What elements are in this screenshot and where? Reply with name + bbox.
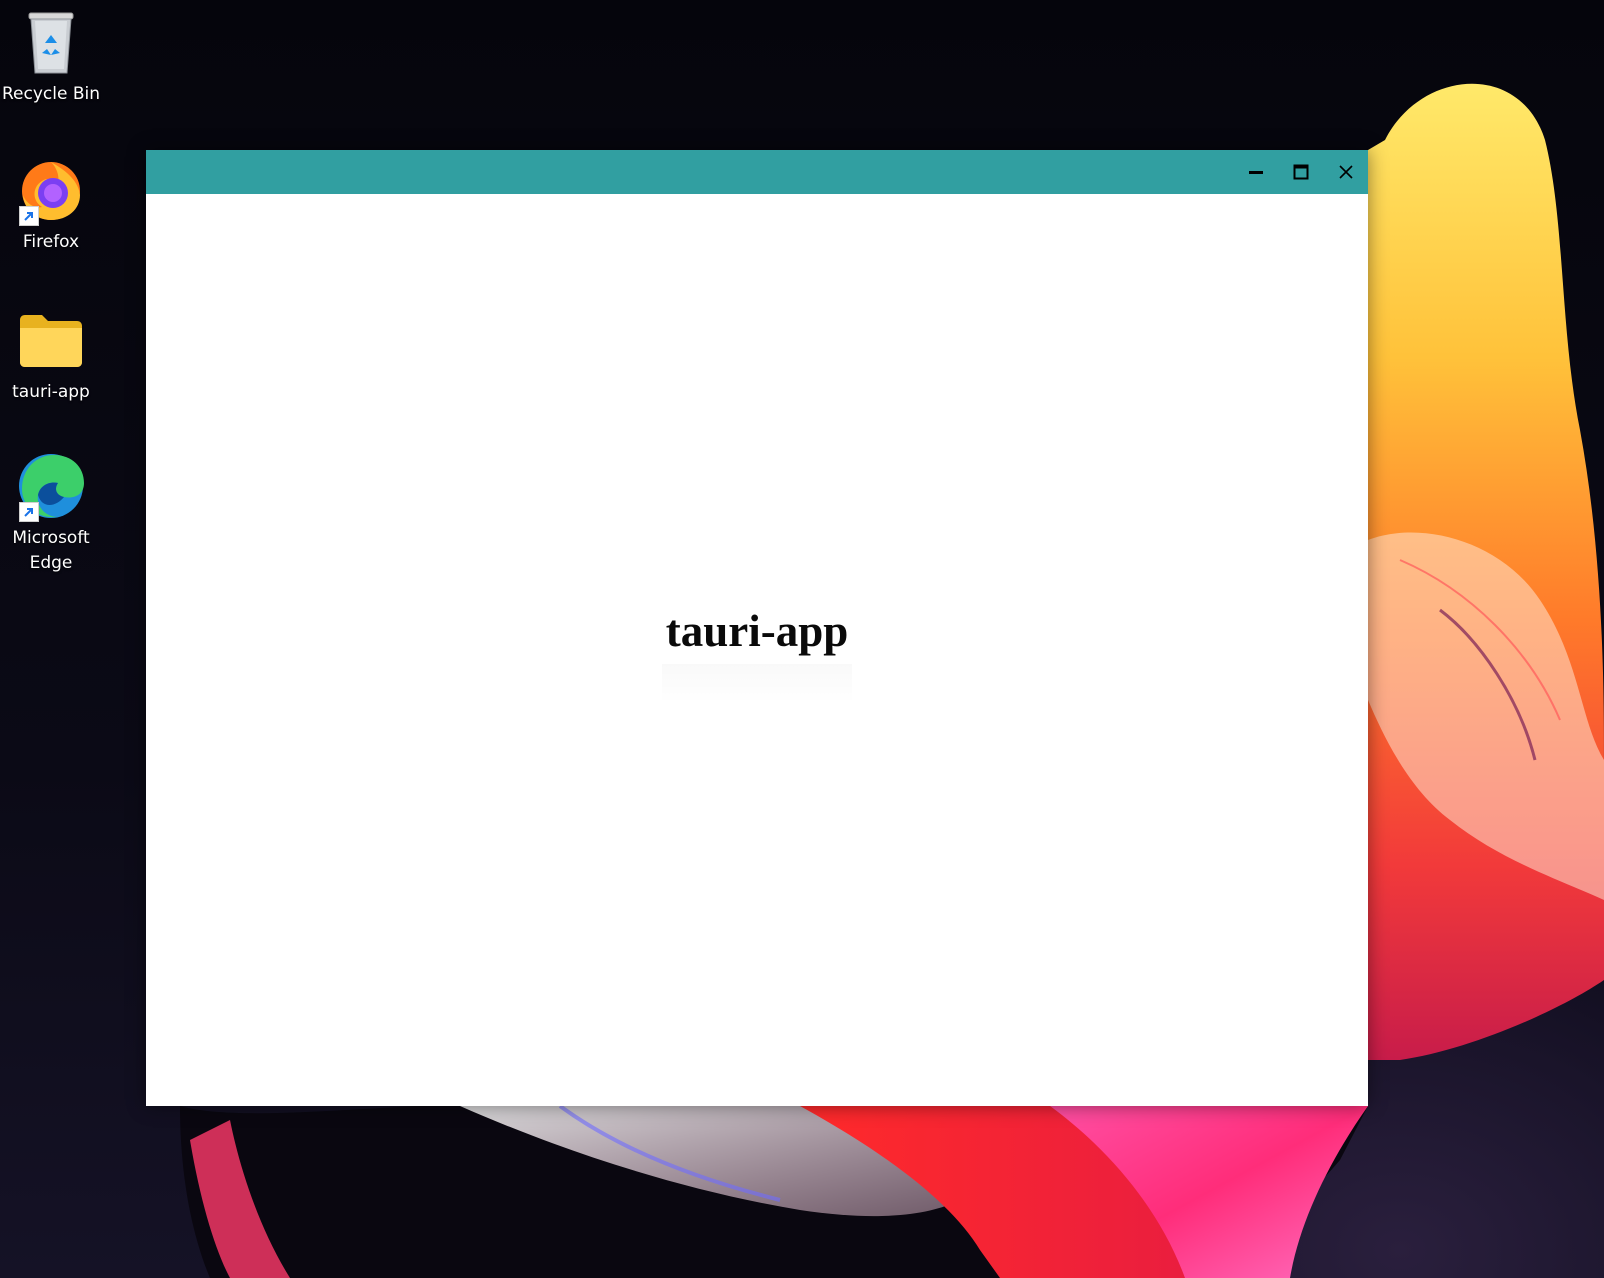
- app-heading: tauri-app: [665, 606, 849, 656]
- folder-icon: [15, 304, 87, 376]
- close-button[interactable]: [1323, 150, 1368, 194]
- minimize-button[interactable]: [1233, 150, 1278, 194]
- tauri-app-window[interactable]: tauri-app: [146, 150, 1368, 1106]
- desktop-icon-recycle-bin[interactable]: Recycle Bin: [0, 6, 102, 107]
- close-icon: [1338, 165, 1353, 179]
- shortcut-arrow-icon: [19, 502, 39, 522]
- heading-reflection: [662, 664, 852, 704]
- firefox-icon: [15, 154, 87, 226]
- recycle-bin-icon: [15, 6, 87, 78]
- app-content: tauri-app: [146, 194, 1368, 1106]
- shortcut-arrow-icon: [19, 206, 39, 226]
- desktop-icon-label: Recycle Bin: [1, 84, 100, 104]
- window-controls: [1233, 150, 1368, 194]
- desktop-icon-microsoft-edge[interactable]: Microsoft Edge: [0, 450, 102, 576]
- window-titlebar[interactable]: [146, 150, 1368, 194]
- desktop-icon-label: tauri-app: [12, 382, 90, 402]
- desktop-icon-label: Firefox: [22, 232, 80, 252]
- maximize-button[interactable]: [1278, 150, 1323, 194]
- maximize-icon: [1293, 164, 1308, 180]
- minimize-icon: [1248, 171, 1263, 174]
- desktop-icon-tauri-app[interactable]: tauri-app: [0, 304, 102, 405]
- edge-icon: [15, 450, 87, 522]
- desktop-icon-firefox[interactable]: Firefox: [0, 154, 102, 255]
- desktop-icon-label: Microsoft Edge: [12, 528, 90, 573]
